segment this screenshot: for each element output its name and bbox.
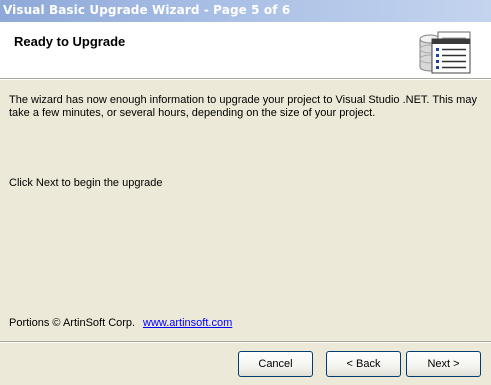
window-title: Visual Basic Upgrade Wizard - Page 5 of …	[3, 3, 291, 17]
description-text: The wizard has now enough information to…	[9, 94, 477, 119]
copyright-text: Portions © ArtinSoft Corp.	[9, 317, 136, 329]
artinsoft-link[interactable]: www.artinsoft.com	[143, 317, 232, 329]
title-bar[interactable]: Visual Basic Upgrade Wizard - Page 5 of …	[0, 0, 491, 22]
instruction-text: Click Next to begin the upgrade	[9, 177, 163, 189]
page-title: Ready to Upgrade	[14, 34, 126, 49]
footer-divider-highlight	[0, 342, 491, 343]
wizard-header: Ready to Upgrade	[0, 22, 491, 78]
next-button[interactable]: Next >	[406, 351, 481, 377]
cancel-button[interactable]: Cancel	[238, 351, 313, 377]
back-button[interactable]: < Back	[326, 351, 401, 377]
database-document-icon	[419, 31, 471, 74]
header-divider-highlight	[0, 79, 491, 80]
